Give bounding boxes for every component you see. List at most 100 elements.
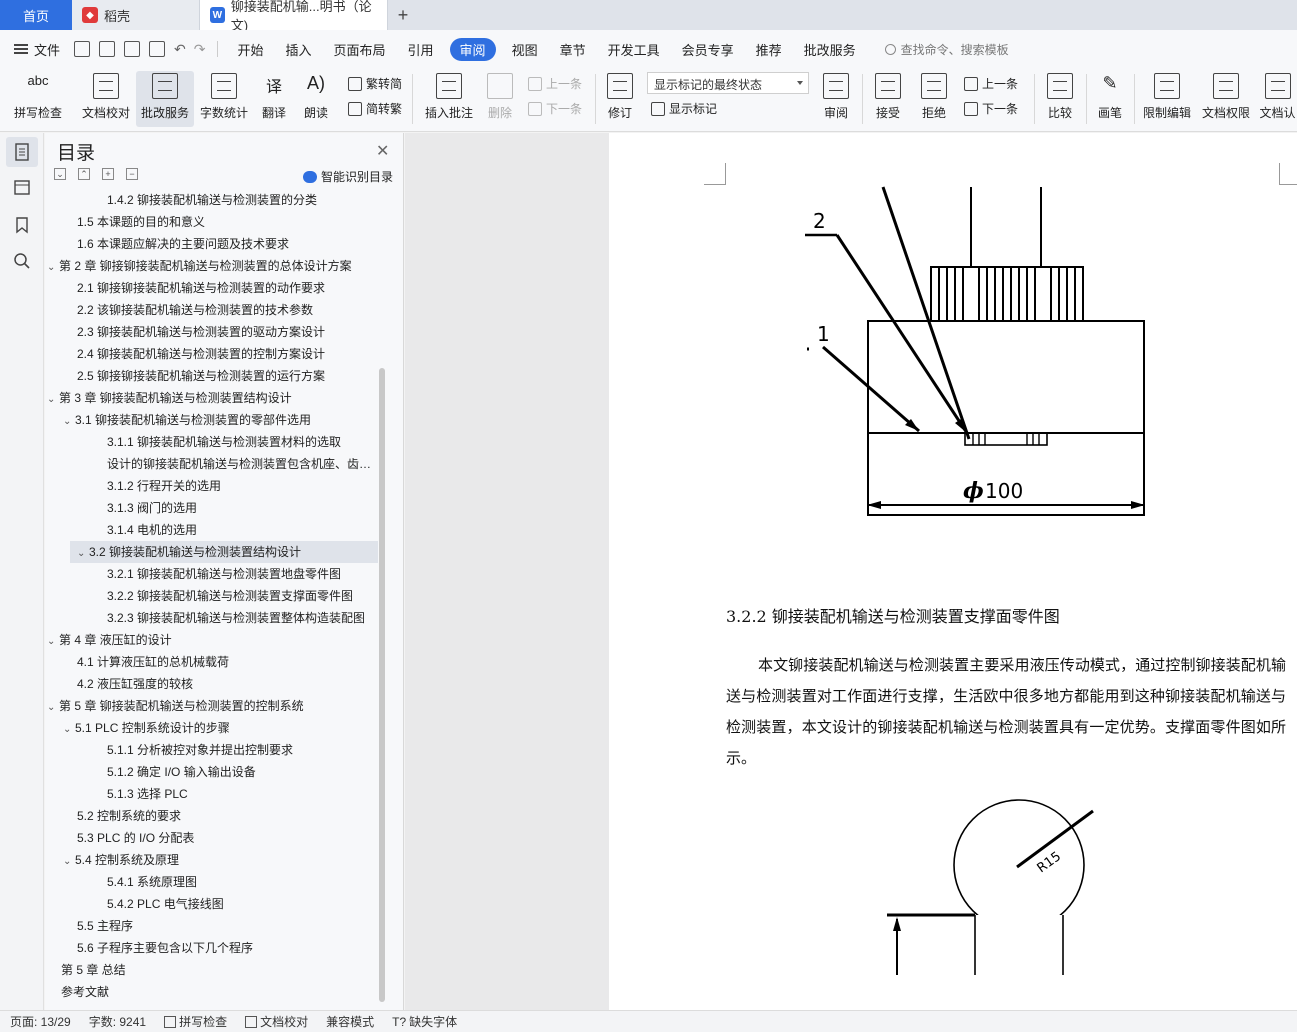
export-icon[interactable] xyxy=(99,41,116,57)
toc-item[interactable]: 3.1.3 阀门的选用 xyxy=(45,497,378,519)
correction-service-button[interactable]: 批改服务 xyxy=(136,71,194,127)
reject-button[interactable]: 拒绝 xyxy=(914,71,954,127)
toc-item[interactable]: 设计的铆接装配机输送与检测装置包含机座、齿轮... xyxy=(45,453,378,475)
menu-developer[interactable]: 开发工具 xyxy=(608,40,660,59)
menu-reference[interactable]: 引用 xyxy=(408,40,434,59)
chevron-down-icon[interactable]: ⌄ xyxy=(63,411,75,431)
toc-item[interactable]: 3.1.4 电机的选用 xyxy=(45,519,378,541)
toc-item[interactable]: 4.2 液压缸强度的较核 xyxy=(45,673,378,695)
command-search[interactable]: 查找命令、搜索模板 xyxy=(884,41,1009,58)
translate-button[interactable]: 译 翻译 xyxy=(254,71,294,127)
toc-item[interactable]: 2.3 铆接装配机输送与检测装置的驱动方案设计 xyxy=(45,321,378,343)
spell-check-button[interactable]: abc 拼写检查 xyxy=(8,71,68,127)
toc-item[interactable]: 3.2.3 铆接装配机输送与检测装置整体构造装配图 xyxy=(45,607,378,629)
toc-item[interactable]: ⌄ 3.2 铆接装配机输送与检测装置结构设计 xyxy=(70,541,378,563)
collapse-all-icon[interactable]: ⌄ xyxy=(54,168,66,180)
toc-item[interactable]: ⌄ 3.1 铆接装配机输送与检测装置的零部件选用 xyxy=(45,409,378,431)
document-proof-button[interactable]: 文档校对 xyxy=(78,71,134,127)
tab-home[interactable]: 首页 xyxy=(0,0,72,30)
close-icon[interactable]: ✕ xyxy=(376,141,389,161)
restrict-editing-button[interactable]: 限制编辑 xyxy=(1140,71,1194,127)
toc-item[interactable]: 5.4.2 PLC 电气接线图 xyxy=(45,893,378,915)
toc-item[interactable]: 4.1 计算液压缸的总机械载荷 xyxy=(45,651,378,673)
toc-item[interactable]: ⌄ 5.1 PLC 控制系统设计的步骤 xyxy=(45,717,378,739)
toc-item[interactable]: 5.1.3 选择 PLC xyxy=(45,783,378,805)
toc-item[interactable]: ⌄ 第 5 章 铆接装配机输送与检测装置的控制系统 xyxy=(45,695,378,717)
chevron-down-icon[interactable]: ⌄ xyxy=(47,257,59,277)
missing-font[interactable]: T? 缺失字体 xyxy=(392,1013,457,1030)
prev-change-button[interactable]: 上一条 xyxy=(964,75,1018,92)
toc-item[interactable]: 3.1.1 铆接装配机输送与检测装置材料的选取 xyxy=(45,431,378,453)
next-comment-button[interactable]: 下一条 xyxy=(528,100,582,117)
document-cert-button[interactable]: 文档认 xyxy=(1258,71,1297,127)
page-indicator[interactable]: 页面: 13/29 xyxy=(10,1013,71,1030)
track-changes-button[interactable]: 修订 xyxy=(600,71,640,127)
toc-item[interactable]: 1.5 本课题的目的和意义 xyxy=(45,211,378,233)
redo-icon[interactable]: ↷ xyxy=(194,41,206,58)
menu-member[interactable]: 会员专享 xyxy=(682,40,734,59)
menu-layout[interactable]: 页面布局 xyxy=(334,40,386,59)
chapter-nav-icon[interactable] xyxy=(12,177,32,197)
chevron-down-icon[interactable]: ⌄ xyxy=(63,719,75,739)
toc-item[interactable]: 5.1.1 分析被控对象并提出控制要求 xyxy=(45,739,378,761)
toc-scrollbar[interactable] xyxy=(379,368,385,1002)
chevron-down-icon[interactable]: ⌄ xyxy=(77,543,89,563)
menu-start[interactable]: 开始 xyxy=(237,40,263,59)
accept-button[interactable]: 接受 xyxy=(868,71,908,127)
remove-heading-icon[interactable]: − xyxy=(126,168,138,180)
toc-item[interactable]: 2.5 铆接铆接装配机输送与检测装置的运行方案 xyxy=(45,365,378,387)
toc-item[interactable]: ⌄ 第 4 章 液压缸的设计 xyxy=(45,629,378,651)
word-count-button[interactable]: 字数统计 xyxy=(198,71,250,127)
print-preview-icon[interactable] xyxy=(149,41,166,57)
file-menu[interactable]: 文件 xyxy=(14,40,60,59)
toc-item[interactable]: ⌄ 第 2 章 铆接铆接装配机输送与检测装置的总体设计方案 xyxy=(45,255,378,277)
chevron-down-icon[interactable]: ⌄ xyxy=(47,389,59,409)
compare-button[interactable]: 比较 xyxy=(1040,71,1080,127)
toc-item[interactable]: 2.1 铆接铆接装配机输送与检测装置的动作要求 xyxy=(45,277,378,299)
toc-item[interactable]: 5.3 PLC 的 I/O 分配表 xyxy=(45,827,378,849)
toc-item[interactable]: 第 5 章 总结 xyxy=(45,959,378,981)
menu-insert[interactable]: 插入 xyxy=(286,40,312,59)
toc-item[interactable]: 3.1.2 行程开关的选用 xyxy=(45,475,378,497)
toc-item[interactable]: 5.1.2 确定 I/O 输入输出设备 xyxy=(45,761,378,783)
chevron-down-icon[interactable]: ⌄ xyxy=(63,851,75,871)
pen-button[interactable]: ✎ 画笔 xyxy=(1092,71,1128,127)
chevron-down-icon[interactable]: ⌄ xyxy=(47,697,59,717)
tab-daoke[interactable]: ◆ 稻壳 xyxy=(72,0,200,30)
toc-item[interactable]: 5.2 控制系统的要求 xyxy=(45,805,378,827)
status-spell-check[interactable]: 拼写检查 xyxy=(164,1013,227,1030)
delete-comment-button[interactable]: 删除 xyxy=(480,71,520,127)
prev-comment-button[interactable]: 上一条 xyxy=(528,75,582,92)
next-change-button[interactable]: 下一条 xyxy=(964,100,1018,117)
menu-correction[interactable]: 批改服务 xyxy=(804,40,856,59)
show-markup-button[interactable]: 显示标记 xyxy=(651,100,717,117)
toc-panel-icon[interactable] xyxy=(6,137,38,167)
toc-item[interactable]: ⌄ 5.4 控制系统及原理 xyxy=(45,849,378,871)
expand-icon[interactable]: ⌃ xyxy=(78,168,90,180)
menu-view[interactable]: 视图 xyxy=(512,40,538,59)
menu-recommend[interactable]: 推荐 xyxy=(756,40,782,59)
toc-item[interactable]: ⌄ 第 3 章 铆接装配机输送与检测装置结构设计 xyxy=(45,387,378,409)
toc-item[interactable]: 5.4.1 系统原理图 xyxy=(45,871,378,893)
new-tab-button[interactable]: + xyxy=(388,0,418,30)
chevron-down-icon[interactable]: ⌄ xyxy=(47,631,59,651)
simp-to-trad-button[interactable]: 简转繁 xyxy=(348,100,402,117)
bookmark-icon[interactable] xyxy=(12,215,32,235)
tab-document[interactable]: W 铆接装配机输...明书（论文) xyxy=(200,0,388,33)
markup-state-select[interactable]: 显示标记的最终状态 xyxy=(647,72,809,94)
compat-mode[interactable]: 兼容模式 xyxy=(326,1013,374,1030)
document-permission-button[interactable]: 文档权限 xyxy=(1198,71,1254,127)
read-aloud-button[interactable]: A) 朗读 xyxy=(298,71,334,127)
word-count[interactable]: 字数: 9241 xyxy=(89,1013,146,1030)
toc-item[interactable]: 2.4 铆接装配机输送与检测装置的控制方案设计 xyxy=(45,343,378,365)
undo-icon[interactable]: ↶ xyxy=(174,41,186,58)
toc-item[interactable]: 1.4.2 铆接装配机输送与检测装置的分类 xyxy=(45,191,378,211)
print-icon[interactable] xyxy=(124,41,141,57)
smart-toc-button[interactable]: 智能识别目录 xyxy=(303,168,393,185)
toc-item[interactable]: 5.5 主程序 xyxy=(45,915,378,937)
toc-item[interactable]: 5.6 子程序主要包含以下几个程序 xyxy=(45,937,378,959)
review-pane-button[interactable]: 审阅 xyxy=(816,71,856,127)
trad-to-simp-button[interactable]: 繁转简 xyxy=(348,75,402,92)
insert-comment-button[interactable]: 插入批注 xyxy=(422,71,476,127)
search-icon[interactable] xyxy=(12,251,32,271)
